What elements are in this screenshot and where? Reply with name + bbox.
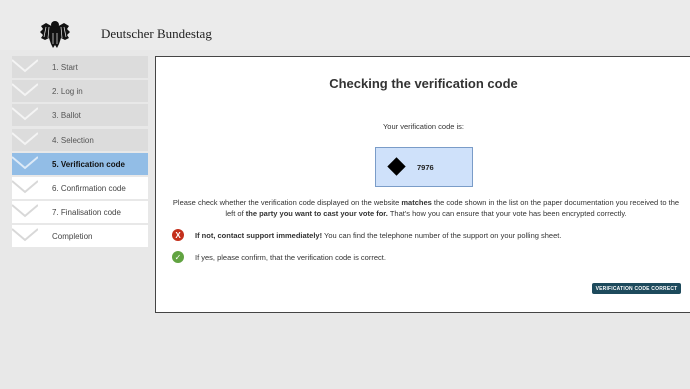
mismatch-emphasis: If not, contact support immediately! <box>195 231 323 240</box>
mismatch-notice: X If not, contact support immediately! Y… <box>172 229 687 243</box>
error-x-icon: X <box>172 229 184 241</box>
chevron-icon <box>12 228 38 242</box>
sidebar-step-label: 7. Finalisation code <box>52 208 121 218</box>
sidebar-step-verification-code: 5. Verification code <box>12 152 148 176</box>
instruction-emphasis: matches <box>401 198 432 207</box>
mismatch-detail: You can find the telephone number of the… <box>322 231 562 240</box>
mismatch-text: If not, contact support immediately! You… <box>195 231 561 240</box>
chevron-icon <box>12 131 38 145</box>
chevron-icon <box>12 59 38 73</box>
main-panel: Checking the verification code Your veri… <box>155 56 690 313</box>
sidebar-step-completion: Completion <box>12 225 148 249</box>
sidebar-step-label: Completion <box>52 232 93 242</box>
chevron-icon <box>12 204 38 218</box>
sidebar-step-label: 3. Ballot <box>52 111 81 121</box>
match-notice: ✓ If yes, please confirm, that the verif… <box>172 251 687 265</box>
sidebar-step-start: 1. Start <box>12 56 148 79</box>
match-text: If yes, please confirm, that the verific… <box>195 253 386 262</box>
instruction-part: Please check whether the verification co… <box>172 198 402 207</box>
brand-title: Deutscher Bundestag <box>101 26 212 41</box>
code-intro-text: Your verification code is: <box>382 122 465 131</box>
verification-code-correct-button[interactable]: VERIFICATION CODE CORRECT <box>592 283 681 294</box>
verification-code-value: 7976 <box>417 163 434 172</box>
chevron-icon <box>12 180 38 194</box>
verification-code-box: 7976 <box>375 147 473 187</box>
instruction-emphasis: the party you want to cast your vote for… <box>245 209 388 218</box>
sidebar-step-label: 2. Log in <box>52 87 83 97</box>
step-sidebar: 1. Start 2. Log in 3. Ballot 4. Selectio… <box>12 56 148 250</box>
sidebar-step-selection: 4. Selection <box>12 128 148 152</box>
sidebar-step-label: 5. Verification code <box>52 159 125 169</box>
sidebar-step-ballot: 3. Ballot <box>12 104 148 128</box>
chevron-icon <box>12 155 38 170</box>
page-title: Checking the verification code <box>329 76 518 91</box>
sidebar-step-label: 6. Confirmation code <box>52 183 126 193</box>
instruction-part: That's how you can ensure that your vote… <box>387 209 627 218</box>
sidebar-step-finalisation-code: 7. Finalisation code <box>12 201 148 225</box>
sidebar-step-login: 2. Log in <box>12 80 148 104</box>
eagle-logo-icon <box>40 21 70 48</box>
chevron-icon <box>12 107 38 121</box>
header: Deutscher Bundestag <box>0 0 690 50</box>
sidebar-step-label: 1. Start <box>52 63 78 72</box>
sidebar-step-label: 4. Selection <box>52 135 94 145</box>
instruction-text: Please check whether the verification co… <box>170 197 682 219</box>
check-icon: ✓ <box>172 251 184 263</box>
diamond-icon <box>387 157 406 176</box>
sidebar-step-confirmation-code: 6. Confirmation code <box>12 176 148 200</box>
chevron-icon <box>12 83 38 97</box>
